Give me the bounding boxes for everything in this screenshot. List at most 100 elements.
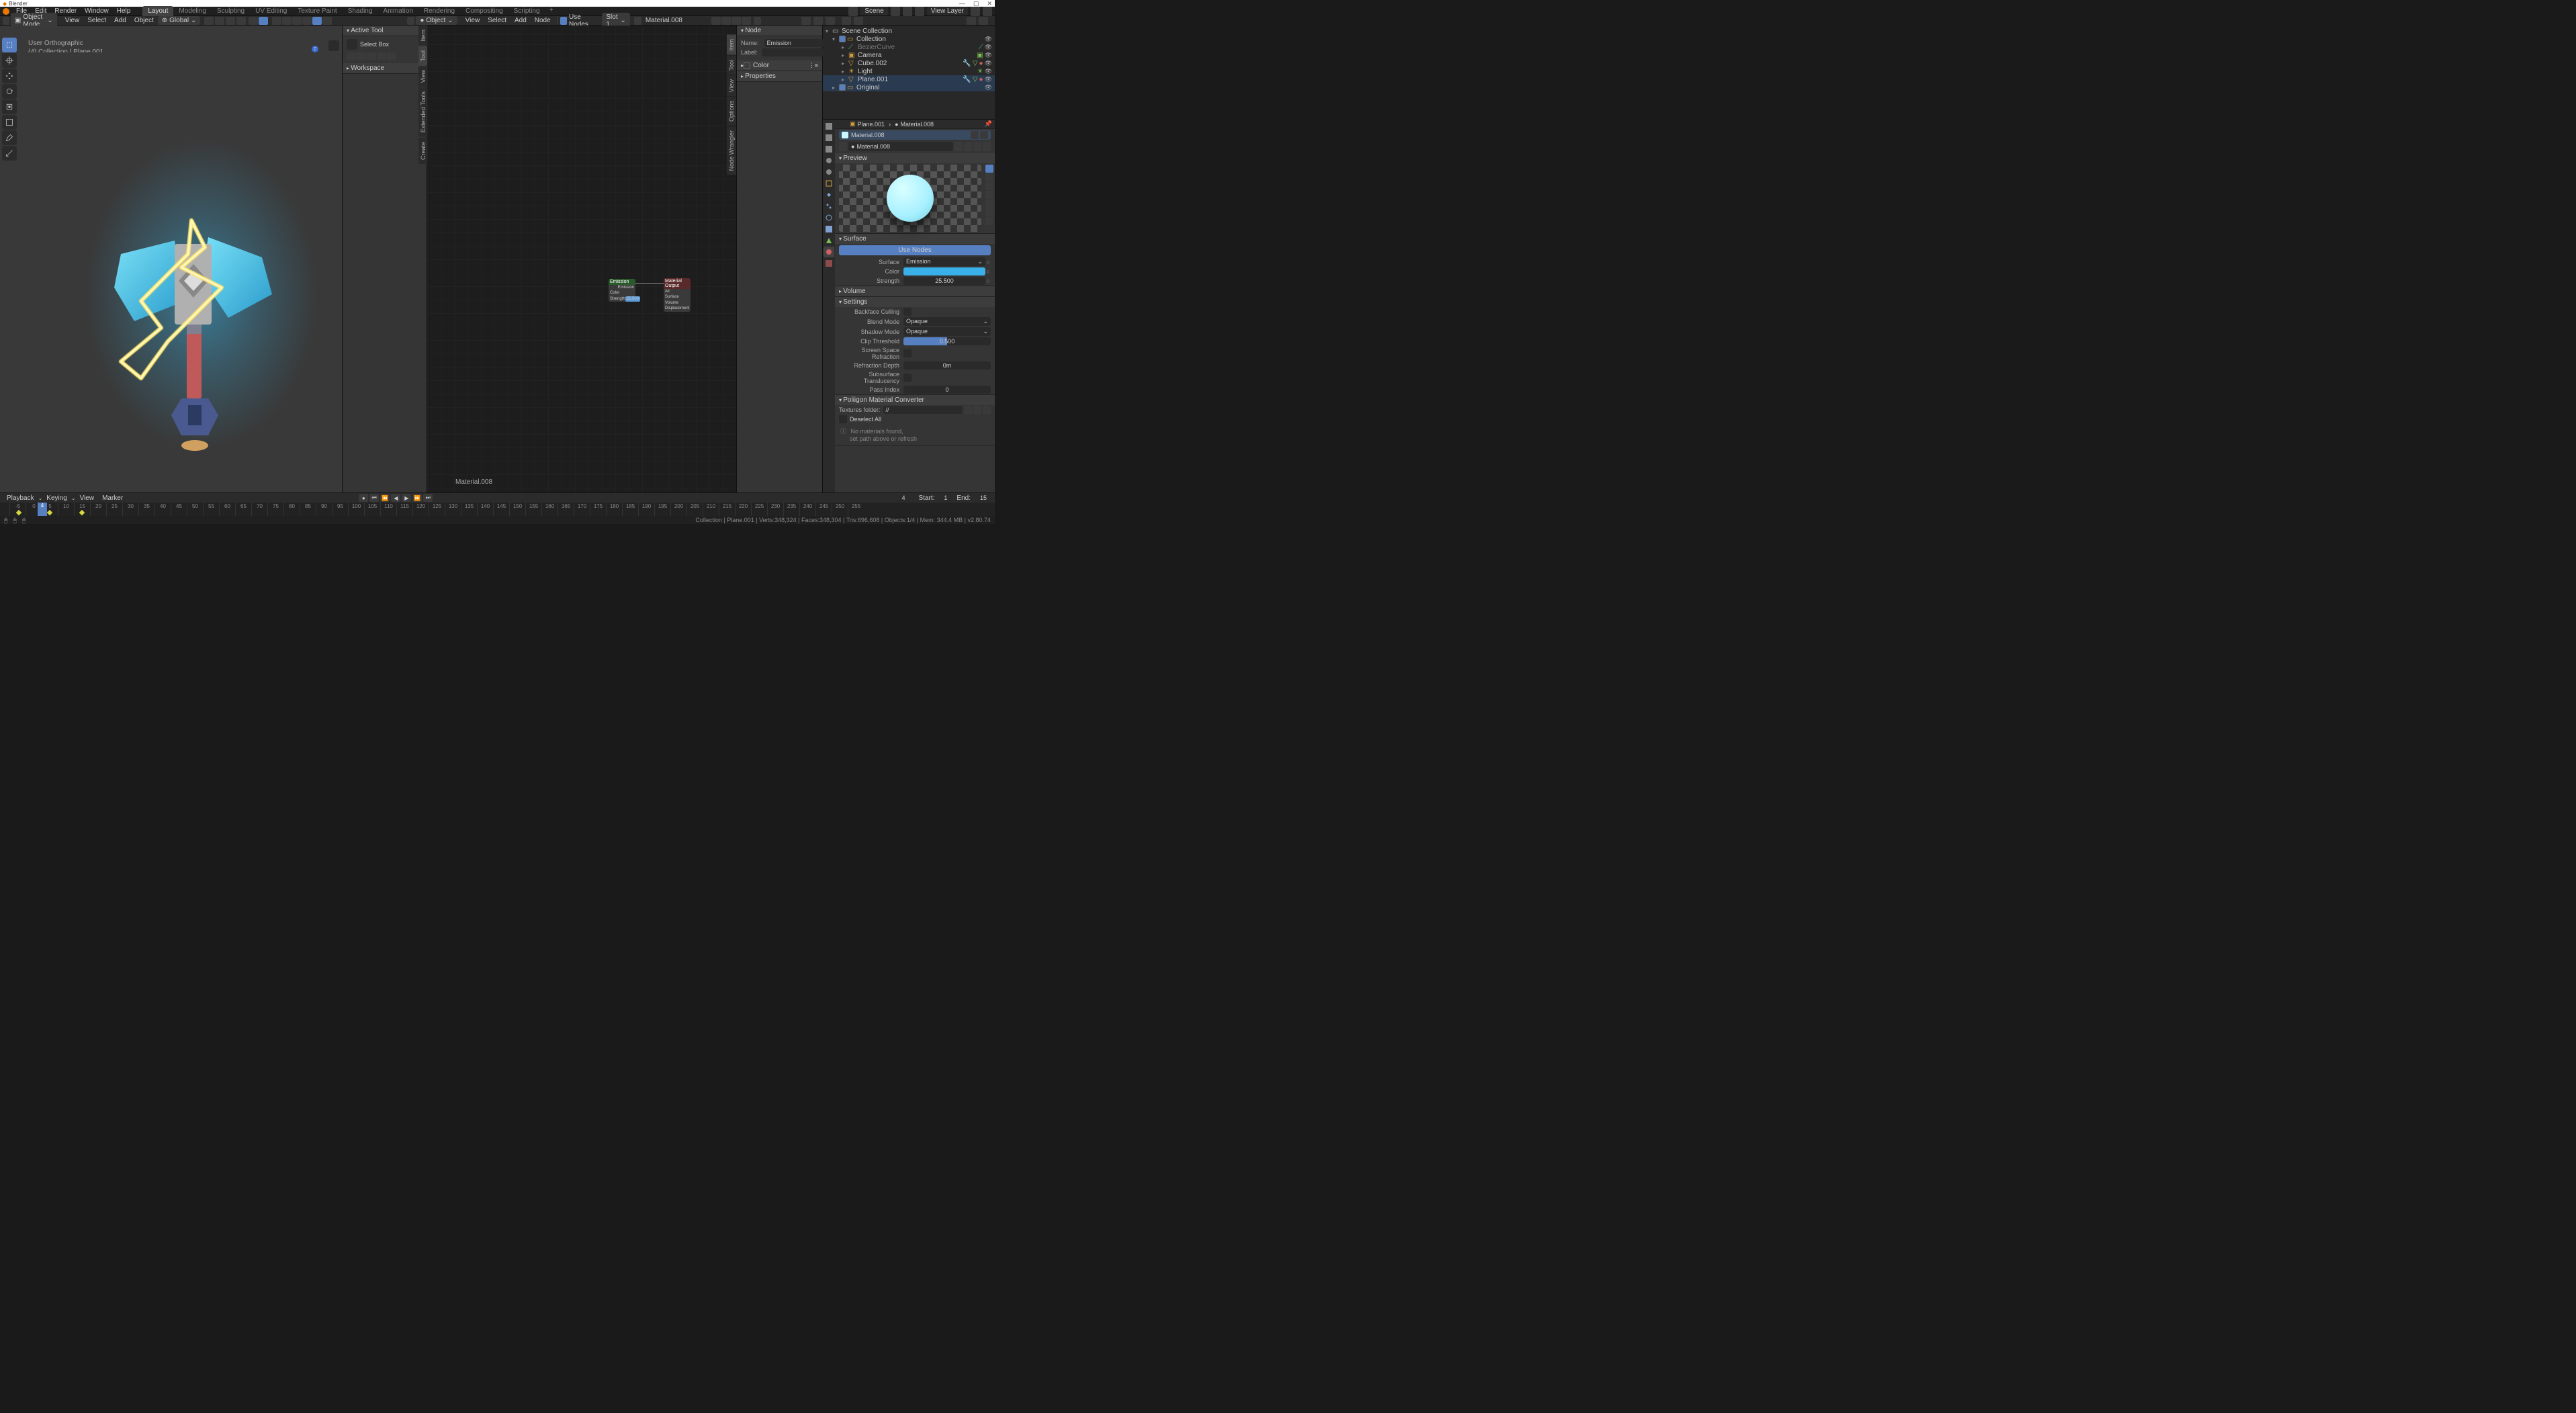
material-copy-icon[interactable] [973, 142, 981, 151]
ptab-scene[interactable] [824, 155, 834, 166]
viewlayer-browse-icon[interactable] [915, 7, 924, 16]
tool-cursor[interactable] [2, 53, 17, 68]
overlay-toggle-icon[interactable] [259, 17, 268, 25]
jump-next-key-icon[interactable]: ⏩ [412, 494, 422, 502]
end-frame-input[interactable]: 15 [975, 494, 992, 502]
material-users-icon[interactable] [711, 17, 721, 25]
np-snap2-icon[interactable] [813, 17, 823, 25]
ptab-particles[interactable] [824, 201, 834, 212]
playhead[interactable]: 4 [38, 503, 47, 516]
outliner-cube[interactable]: ▸ ▽ Cube.002 🔧▽●👁 [823, 59, 995, 67]
jump-prev-key-icon[interactable]: ⏪ [380, 494, 390, 502]
viewlayer-new-icon[interactable] [971, 7, 980, 16]
ptab-render[interactable] [824, 121, 834, 132]
material-new-icon[interactable] [964, 142, 972, 151]
scene-new-icon[interactable] [891, 7, 900, 16]
refraction-depth-value[interactable]: 0m [903, 361, 991, 370]
preview-type-cloth-icon[interactable] [985, 208, 993, 216]
shading-solid-icon[interactable] [292, 17, 302, 25]
shading-wire-icon[interactable] [282, 17, 292, 25]
volume-section-header[interactable]: Volume [835, 286, 995, 296]
visibility-icon[interactable]: 👁 [985, 84, 992, 91]
vp-menu-object[interactable]: Object [130, 17, 158, 24]
ne-vtab-view[interactable]: View [727, 75, 736, 96]
surface-color-swatch[interactable] [903, 267, 985, 275]
ne-menu-node[interactable]: Node [531, 17, 555, 24]
ne-menu-add[interactable]: Add [510, 17, 531, 24]
pin-icon[interactable]: 📌 [985, 120, 992, 128]
outliner-editor-type-icon[interactable] [842, 17, 851, 25]
scene-browse-icon[interactable] [848, 7, 858, 16]
modifier-icon[interactable]: 🔧 [963, 76, 971, 83]
material-unlink-icon[interactable] [742, 17, 751, 25]
vtab-item[interactable]: Item [418, 26, 428, 46]
tool-annotate[interactable] [2, 130, 17, 145]
ne-menu-select[interactable]: Select [484, 17, 510, 24]
select-mode-5-icon[interactable] [387, 52, 396, 60]
ne-vtab-item[interactable]: Item [727, 35, 736, 55]
material-icon[interactable]: ● [979, 60, 983, 67]
tool-rotate[interactable] [2, 84, 17, 99]
scene-delete-icon[interactable] [903, 7, 912, 16]
vp-menu-add[interactable]: Add [110, 17, 130, 24]
np-options-icon[interactable] [826, 17, 835, 25]
viewport-editor-type-icon[interactable] [3, 17, 9, 25]
tool-scale[interactable] [2, 99, 17, 114]
ptab-physics[interactable] [824, 212, 834, 223]
outliner-beziercurve[interactable]: ▸ ⟋ BezierCurve ⟋👁 [823, 43, 995, 51]
node-panel-header[interactable]: Node [737, 26, 822, 36]
preview-type-cube-icon[interactable] [985, 182, 993, 190]
start-frame-input[interactable]: 1 [938, 494, 952, 502]
ssr-checkbox[interactable] [903, 349, 912, 357]
outliner-collection[interactable]: ▾ ▭ Collection 👁 [823, 35, 995, 43]
viewport-canvas[interactable] [20, 52, 342, 493]
camera-data-icon[interactable]: ▣ [977, 52, 983, 59]
node-editor-type-icon[interactable] [407, 17, 414, 25]
material-copy-icon[interactable] [731, 17, 741, 25]
outliner-scene-collection[interactable]: ▾ ▭ Scene Collection [823, 27, 995, 35]
outliner-filter-icon[interactable] [967, 17, 976, 25]
modifier-icon[interactable]: 🔧 [963, 60, 971, 67]
outliner-new-collection-icon[interactable] [979, 17, 988, 25]
ptab-data[interactable] [824, 235, 834, 246]
material-unlink-icon[interactable] [983, 142, 991, 151]
settings-section-header[interactable]: Settings [835, 297, 995, 307]
ne-vtab-options[interactable]: Options [727, 97, 736, 126]
visibility-icon[interactable]: 👁 [985, 36, 992, 43]
surface-shader-dropdown[interactable]: Emission [903, 257, 985, 266]
pivot-icon[interactable] [204, 17, 214, 25]
ne-menu-view[interactable]: View [461, 17, 484, 24]
use-nodes-checkbox[interactable] [560, 17, 567, 25]
use-nodes-button[interactable]: Use Nodes [839, 245, 991, 255]
shading-options-icon[interactable] [322, 17, 332, 25]
vtab-extended[interactable]: Extended Tools [418, 87, 428, 136]
outliner-light[interactable]: ▸ ☀ Light ☀👁 [823, 67, 995, 75]
ptab-constraints[interactable] [824, 224, 834, 234]
mesh-data-icon[interactable]: ▽ [973, 76, 978, 83]
outliner-original-collection[interactable]: ▸ ▭ Original 👁 [823, 83, 995, 91]
emission-strength-value[interactable]: 25.500 [625, 296, 640, 302]
ptab-viewlayer[interactable] [824, 144, 834, 155]
surface-section-header[interactable]: Surface [835, 234, 995, 244]
select-mode-2-icon[interactable] [357, 52, 366, 60]
vtab-create[interactable]: Create [418, 138, 428, 164]
tl-menu-marker[interactable]: Marker [98, 495, 127, 502]
node-color-checkbox[interactable] [744, 62, 750, 69]
ptab-material[interactable] [824, 247, 834, 257]
pass-index-value[interactable]: 0 [903, 386, 991, 394]
material-slot[interactable]: Material.008 [839, 130, 991, 140]
clip-threshold-slider[interactable]: 0.500 [903, 337, 991, 345]
material-browse-icon[interactable] [839, 142, 847, 151]
3d-viewport[interactable]: User Orthographic (4) Collection | Plane… [0, 26, 343, 493]
overlay-icon[interactable] [249, 17, 258, 25]
select-mode-3-icon[interactable] [367, 52, 376, 60]
orientation-dropdown[interactable]: ⊕Global⌄ [158, 16, 201, 25]
jump-start-icon[interactable]: ⏮ [369, 494, 379, 502]
play-reverse-icon[interactable]: ◀ [391, 494, 400, 502]
vtab-view[interactable]: View [418, 66, 428, 87]
slot-add-icon[interactable] [971, 131, 979, 139]
outliner-plane-001[interactable]: ▸ ▽ Plane.001 🔧▽●👁 [823, 75, 995, 83]
tool-select-box[interactable] [2, 38, 17, 52]
shader-node-editor[interactable]: Emission Emission Color Strength25.500 M… [427, 26, 737, 493]
material-icon[interactable]: ● [979, 76, 983, 83]
